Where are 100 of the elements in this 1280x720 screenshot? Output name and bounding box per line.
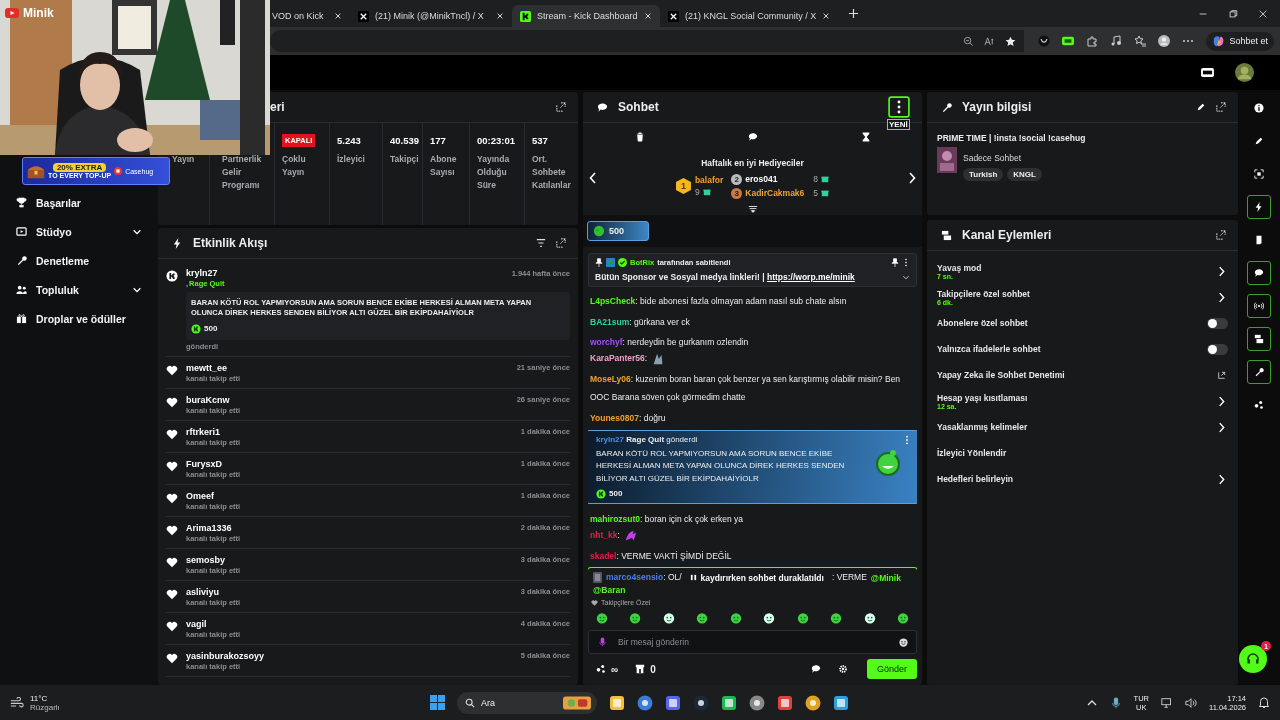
popout-icon[interactable] (556, 102, 566, 112)
edit-icon[interactable] (1196, 102, 1206, 112)
wrench-button[interactable] (1247, 360, 1271, 384)
extensions-icon[interactable] (1086, 35, 1099, 47)
network-icon[interactable] (1161, 696, 1173, 709)
app-icon[interactable] (749, 694, 765, 711)
extension-icon[interactable] (1062, 35, 1075, 47)
browser-tab[interactable]: VOD on Kick (272, 5, 350, 27)
profile-avatar-icon[interactable] (1158, 35, 1171, 47)
hourglass-icon[interactable] (860, 132, 871, 142)
copilot-button[interactable]: Sohbet et (1206, 31, 1274, 51)
chevron-left-icon[interactable] (589, 172, 597, 184)
app-icon[interactable] (693, 694, 709, 711)
user-avatar[interactable] (1235, 63, 1254, 82)
close-icon[interactable] (822, 12, 830, 20)
setting-row[interactable]: Yapay Zeka ile Sohbet Denetimi (937, 362, 1228, 388)
settings-icon[interactable] (837, 664, 848, 674)
search-field[interactable]: Ara (457, 691, 597, 714)
sidebar-item[interactable]: Başarılar (0, 188, 158, 217)
emote-icon[interactable] (796, 612, 809, 624)
browser-tab[interactable]: (21) KNGL Social Community / X (660, 5, 838, 27)
chat-button[interactable] (1247, 261, 1271, 285)
wind-icon[interactable] (10, 697, 24, 708)
share-icon[interactable] (596, 664, 606, 674)
emoji-icon[interactable] (899, 637, 908, 647)
gifter-name[interactable]: eros041 (745, 174, 778, 184)
volume-icon[interactable] (1185, 696, 1197, 709)
app-icon[interactable] (609, 694, 625, 711)
username[interactable]: buraKcnw (186, 394, 230, 405)
app-icon[interactable] (721, 694, 737, 711)
username[interactable]: asliviyu (186, 586, 220, 597)
popout-icon[interactable] (1216, 230, 1226, 240)
mention-tag[interactable]: @Minik (870, 572, 901, 583)
sidebar-item[interactable]: Denetleme (0, 246, 158, 275)
username[interactable]: Omeef (186, 490, 214, 501)
restore-icon[interactable] (1228, 8, 1238, 19)
zoom-out-icon[interactable] (963, 35, 975, 47)
favorites-icon[interactable] (1134, 35, 1147, 47)
emote-icon[interactable] (830, 612, 843, 624)
app-icon[interactable] (665, 694, 681, 711)
microphone-icon[interactable] (599, 637, 606, 647)
card-icon[interactable] (1200, 67, 1215, 78)
gifter-name[interactable]: KadirCakmak6 (745, 188, 805, 198)
send-button[interactable]: Gönder (866, 659, 917, 679)
close-icon[interactable] (334, 12, 342, 20)
channel-button[interactable] (1247, 327, 1271, 351)
mention-tag[interactable]: @Baran (593, 584, 626, 595)
broadcast-button[interactable] (1247, 294, 1271, 318)
emote-icon[interactable] (729, 612, 742, 624)
emote-icon[interactable] (896, 612, 909, 624)
emote-icon[interactable] (662, 612, 675, 624)
emote-icon[interactable] (763, 612, 776, 624)
username[interactable]: FurysxD (186, 458, 222, 469)
app-icon[interactable] (805, 694, 821, 711)
collapse-icon[interactable] (747, 205, 758, 213)
chat-bubble-icon[interactable] (810, 664, 821, 674)
popout-icon[interactable] (1216, 102, 1226, 112)
sidebar-item[interactable]: Droplar ve ödüller (0, 304, 158, 333)
link[interactable]: https://worp.me/minik (766, 272, 855, 282)
toggle-switch[interactable] (1207, 317, 1228, 329)
emote-icon[interactable] (596, 612, 608, 624)
username[interactable]: mewtt_ee (186, 362, 228, 373)
media-icon[interactable] (1110, 35, 1123, 47)
read-aloud-icon[interactable] (984, 35, 996, 47)
setting-row[interactable]: İzleyici Yönlendir (937, 440, 1228, 466)
browser-tab[interactable]: (21) Minik (@MinikTncl) / X (350, 5, 512, 27)
microphone-icon[interactable] (1109, 696, 1122, 709)
username[interactable]: semosby (186, 554, 226, 565)
close-icon[interactable] (644, 12, 652, 20)
username[interactable]: yasinburakozsoyy (186, 650, 265, 661)
emote-icon[interactable] (629, 612, 642, 624)
more-options-button[interactable] (888, 96, 910, 118)
more-icon[interactable] (902, 258, 910, 267)
trash-icon[interactable] (634, 132, 645, 142)
windows-logo-icon[interactable] (430, 695, 445, 710)
bolt-button[interactable] (1247, 195, 1271, 219)
chevron-right-icon[interactable] (908, 172, 916, 184)
toggle-switch[interactable] (1207, 343, 1228, 355)
close-icon[interactable] (496, 12, 504, 20)
setting-row[interactable]: Yasaklanmış kelimeler (937, 414, 1228, 440)
username[interactable]: kryln27 (186, 268, 218, 278)
message-input[interactable]: Bir mesaj gönderin (588, 630, 917, 654)
extension-icon[interactable] (1038, 35, 1051, 47)
tag[interactable]: Turkish (963, 168, 1004, 181)
notification-icon[interactable] (1258, 696, 1270, 709)
username[interactable]: vagil (186, 618, 207, 629)
username[interactable]: rftrkeri1 (186, 426, 221, 437)
gifter-name[interactable]: balafor (694, 175, 724, 185)
pin-icon[interactable] (891, 258, 899, 267)
tag[interactable]: KNGL (1007, 168, 1042, 181)
close-icon[interactable] (1258, 8, 1268, 19)
app-icon[interactable] (637, 694, 653, 711)
setting-row[interactable]: Abonelere özel sohbet (937, 310, 1228, 336)
new-tab-icon[interactable] (848, 8, 859, 19)
app-icon[interactable] (777, 694, 793, 711)
emote-icon[interactable] (863, 612, 876, 624)
popout-icon[interactable] (556, 238, 566, 248)
kicks-goal-bar[interactable]: 500 (587, 221, 649, 241)
filter-icon[interactable] (536, 238, 546, 248)
app-icon[interactable] (833, 694, 849, 711)
